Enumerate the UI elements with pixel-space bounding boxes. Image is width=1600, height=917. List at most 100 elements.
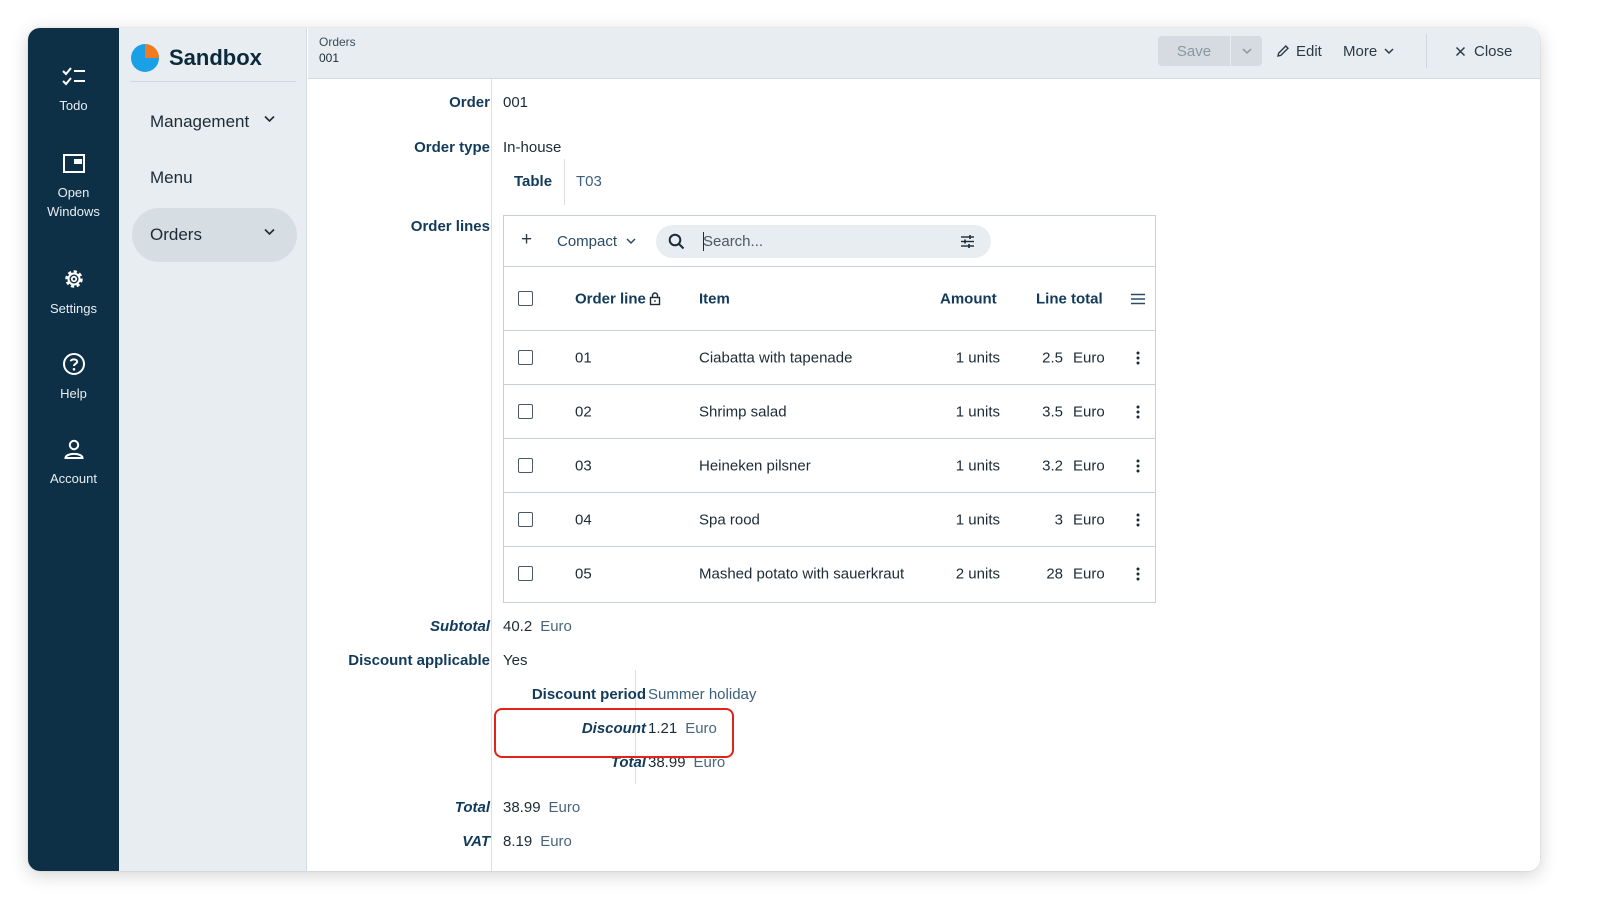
- discount-period-value[interactable]: Summer holiday: [648, 686, 756, 703]
- close-button[interactable]: Close: [1455, 36, 1512, 66]
- cell-item: Shrimp salad: [699, 403, 787, 420]
- row-checkbox[interactable]: [518, 403, 533, 419]
- subtotal-label: Subtotal: [430, 618, 490, 635]
- brand-name: Sandbox: [169, 44, 262, 70]
- table-row[interactable]: 01 Ciabatta with tapenade 1 units 2.5 Eu…: [504, 331, 1155, 385]
- text-caret: [703, 232, 704, 251]
- rail-item-todo[interactable]: Todo: [28, 66, 119, 115]
- more-button[interactable]: More: [1343, 36, 1394, 66]
- cell-line-total: 2.5: [1042, 349, 1063, 366]
- column-header-label: Order line: [575, 290, 646, 307]
- save-options-button[interactable]: [1231, 36, 1262, 66]
- table-row[interactable]: 05 Mashed potato with sauerkraut 2 units…: [504, 547, 1155, 601]
- cell-item: Heineken pilsner: [699, 457, 811, 474]
- discount-highlight-box: [494, 708, 734, 758]
- table-divider: [564, 159, 565, 205]
- column-menu-icon[interactable]: [1131, 293, 1145, 304]
- row-checkbox[interactable]: [518, 566, 533, 581]
- table-row[interactable]: 04 Spa rood 1 units 3 Euro: [504, 493, 1155, 547]
- vat-value: 8.19 Euro: [503, 833, 572, 850]
- nav-item-label: Menu: [150, 168, 193, 187]
- rail-item-account[interactable]: Account: [28, 437, 119, 488]
- search-input[interactable]: [703, 231, 943, 252]
- subtotal-value: 40.2 Euro: [503, 618, 572, 635]
- cell-unit: Euro: [1073, 457, 1105, 474]
- close-label: Close: [1474, 42, 1513, 60]
- search-field: [656, 225, 991, 258]
- edit-button[interactable]: Edit: [1276, 36, 1322, 66]
- label-divider: [491, 79, 492, 871]
- chevron-down-icon: [626, 238, 636, 245]
- chevron-down-icon: [1384, 47, 1394, 54]
- cell-line-total: 3.2: [1042, 457, 1063, 474]
- order-value[interactable]: 001: [503, 94, 528, 111]
- nav-item-label: Orders: [150, 225, 202, 244]
- cell-amount: 2 units: [955, 565, 1000, 583]
- row-menu-icon[interactable]: [1136, 513, 1140, 527]
- cell-line-total: 3.5: [1042, 403, 1063, 420]
- breadcrumb-section[interactable]: Orders: [319, 35, 356, 49]
- cell-unit: Euro: [1073, 565, 1105, 583]
- row-menu-icon[interactable]: [1136, 567, 1140, 581]
- close-icon: [1455, 46, 1466, 56]
- rail-item-help[interactable]: Help: [28, 352, 119, 403]
- add-line-button[interactable]: +: [521, 229, 532, 251]
- order-form: Order 001 Order type In-house Table T03 …: [308, 79, 1540, 871]
- select-all-checkbox[interactable]: [518, 290, 533, 306]
- lock-icon: [649, 292, 661, 306]
- column-header-order-line[interactable]: Order line: [575, 290, 661, 307]
- column-header-item[interactable]: Item: [699, 290, 730, 307]
- open-windows-icon: [62, 154, 85, 173]
- cell-amount: 1 units: [955, 403, 1000, 420]
- row-menu-icon[interactable]: [1136, 351, 1140, 365]
- cell-order-line: 05: [575, 565, 592, 583]
- discount-period-label: Discount period: [531, 686, 646, 703]
- cell-line-total: 28: [1046, 565, 1063, 583]
- search-icon: [668, 233, 685, 250]
- brand[interactable]: Sandbox: [130, 34, 296, 82]
- cell-unit: Euro: [1073, 511, 1105, 528]
- order-type-value[interactable]: In-house: [503, 139, 561, 156]
- order-label: Order: [449, 94, 490, 111]
- discount-applicable-value[interactable]: Yes: [503, 652, 527, 669]
- filter-sliders-icon[interactable]: [960, 234, 975, 249]
- edit-label: Edit: [1296, 42, 1322, 60]
- table-header-row: Order line Item Amount Line total: [504, 267, 1155, 331]
- order-lines-panel: + Compact Search... Order line Item Amou…: [503, 215, 1156, 603]
- cell-line-total: 3: [1054, 511, 1063, 528]
- rail-label-open-windows: Open Windows: [47, 185, 100, 219]
- nav-item-management[interactable]: Management: [132, 95, 297, 149]
- nav-item-label: Management: [150, 112, 250, 131]
- vat-amount: 8.19: [503, 833, 533, 850]
- view-mode-label: Compact: [557, 233, 618, 250]
- table-value[interactable]: T03: [576, 173, 602, 190]
- row-checkbox[interactable]: [518, 457, 533, 473]
- table-row[interactable]: 02 Shrimp salad 1 units 3.5 Euro: [504, 385, 1155, 439]
- row-menu-icon[interactable]: [1136, 459, 1140, 473]
- nav-item-orders[interactable]: Orders: [132, 208, 297, 262]
- order-lines-label: Order lines: [410, 218, 490, 235]
- gear-icon: [64, 270, 83, 288]
- rail-item-open-windows[interactable]: Open Windows: [28, 153, 119, 221]
- vat-unit: Euro: [540, 833, 572, 850]
- row-menu-icon[interactable]: [1136, 405, 1140, 419]
- save-button[interactable]: Save: [1158, 36, 1230, 66]
- row-checkbox[interactable]: [518, 349, 533, 365]
- rail-label-settings: Settings: [50, 301, 97, 316]
- order-type-label: Order type: [414, 139, 490, 156]
- order-lines-toolbar: + Compact: [504, 216, 1155, 267]
- rail-item-settings[interactable]: Settings: [28, 267, 119, 318]
- column-header-line-total[interactable]: Line total: [1036, 290, 1103, 307]
- chevron-down-icon: [1241, 47, 1252, 54]
- view-mode-select[interactable]: Compact: [557, 233, 636, 250]
- cell-amount: 1 units: [955, 511, 1000, 528]
- more-label: More: [1343, 42, 1378, 60]
- row-checkbox[interactable]: [518, 511, 533, 527]
- rail-label-help: Help: [60, 386, 87, 401]
- cell-order-line: 04: [575, 511, 592, 528]
- nav-item-menu[interactable]: Menu: [132, 151, 297, 205]
- column-header-amount[interactable]: Amount: [940, 290, 997, 307]
- total-amount: 38.99: [503, 799, 541, 816]
- top-bar: Orders 001 Save Edit More Close: [308, 28, 1540, 79]
- table-row[interactable]: 03 Heineken pilsner 1 units 3.2 Euro: [504, 439, 1155, 493]
